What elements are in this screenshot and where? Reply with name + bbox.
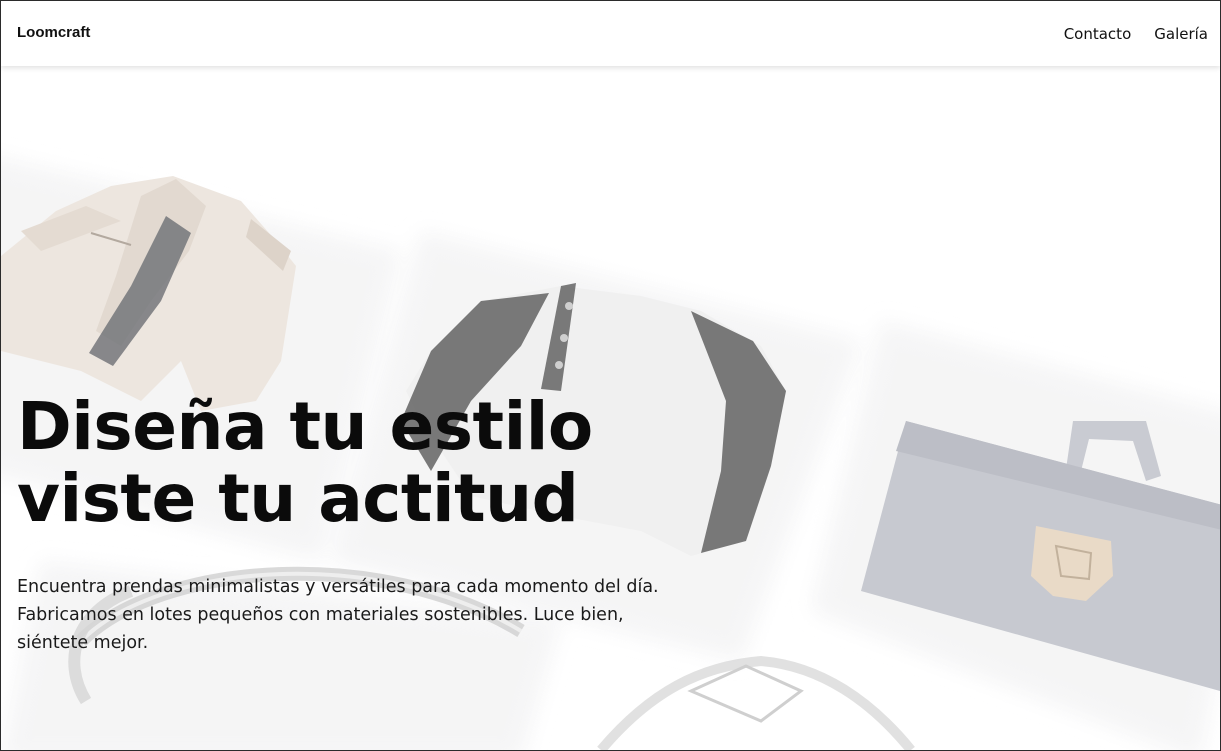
hero-section: Diseña tu estilo viste tu actitud Encuen…	[17, 391, 667, 657]
site-header: Loomcraft Contacto Galería	[1, 1, 1220, 66]
hero-title: Diseña tu estilo viste tu actitud	[17, 391, 667, 535]
main-nav: Contacto Galería	[1064, 25, 1208, 43]
hero-title-line-2: viste tu actitud	[17, 460, 579, 537]
page-frame: Loomcraft Contacto Galería Diseña tu est…	[0, 0, 1221, 751]
hero-title-line-1: Diseña tu estilo	[17, 388, 593, 465]
hero-description: Encuentra prendas minimalistas y versáti…	[17, 577, 659, 653]
brand-logo[interactable]: Loomcraft	[17, 24, 90, 41]
nav-link-galeria[interactable]: Galería	[1154, 25, 1208, 43]
nav-link-contacto[interactable]: Contacto	[1064, 25, 1132, 43]
